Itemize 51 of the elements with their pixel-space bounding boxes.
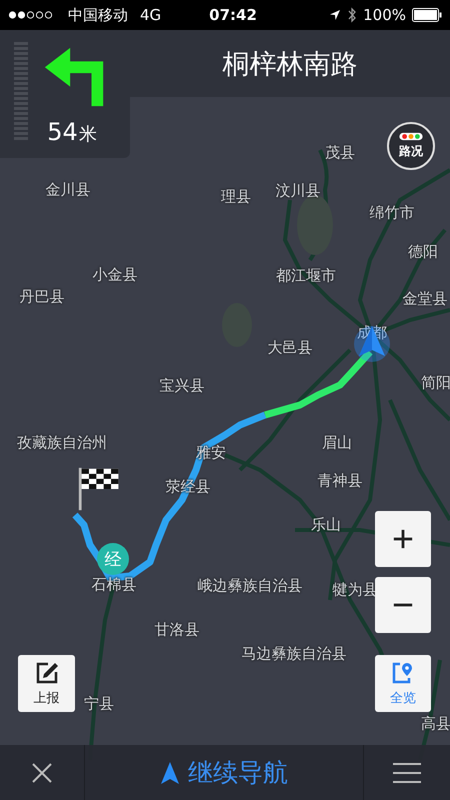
traffic-button[interactable]: 路况 <box>387 122 435 170</box>
traffic-light-icon <box>399 132 423 141</box>
map-place-label: 茂县 <box>325 144 355 162</box>
navigation-arrow-icon <box>160 760 180 784</box>
map-place-label: 丹巴县 <box>20 288 64 306</box>
report-label: 上报 <box>34 688 60 706</box>
menu-icon <box>393 760 421 784</box>
route-overview-icon <box>391 660 415 684</box>
map-place-label: 绵竹市 <box>370 204 414 222</box>
map-place-label: 峨边彝族自治县 <box>198 576 302 596</box>
map-place-label: 汶川县 <box>276 182 320 200</box>
map-place-label: 眉山 <box>322 434 352 452</box>
location-arrow-icon <box>329 9 342 21</box>
continue-navigation-button[interactable]: 继续导航 <box>85 745 363 800</box>
map-place-label: 宁县 <box>84 694 114 714</box>
map-place-label: 大邑县 <box>268 338 312 358</box>
map-place-label: 德阳 <box>408 242 438 262</box>
bluetooth-icon <box>347 7 358 23</box>
map-place-label: 孜藏族自治州 <box>17 434 107 452</box>
map-place-label: 乐山 <box>311 516 341 534</box>
distance-value: 54 <box>47 118 78 146</box>
overview-button[interactable]: 全览 <box>375 655 431 712</box>
network-type: 4G <box>140 6 162 24</box>
close-icon <box>30 760 54 784</box>
map-place-label: 理县 <box>221 188 251 206</box>
minus-icon <box>392 603 414 607</box>
traffic-label: 路况 <box>399 143 423 160</box>
map-place-label: 简阳 <box>421 374 450 392</box>
report-button[interactable]: 上报 <box>18 655 75 712</box>
map-place-label: 青神县 <box>318 472 362 490</box>
map-place-label: 小金县 <box>92 266 138 284</box>
plus-icon <box>392 528 414 550</box>
map-place-label: 石棉县 <box>92 576 136 594</box>
carrier-name: 中国移动 <box>68 6 128 24</box>
battery-icon <box>412 8 442 22</box>
zoom-in-button[interactable] <box>375 511 431 567</box>
status-time: 07:42 <box>209 6 257 24</box>
map-place-label: 都江堰市 <box>276 266 336 286</box>
map-place-label: 甘洛县 <box>154 620 200 640</box>
edit-icon <box>34 660 58 684</box>
overview-label: 全览 <box>390 688 416 706</box>
progress-strip-icon <box>14 42 28 142</box>
waypoint-pin: 经 <box>97 543 129 575</box>
map-place-label: 犍为县 <box>332 580 378 600</box>
map-place-label: 马边彝族自治县 <box>242 644 346 664</box>
map-place-label: 金川县 <box>46 180 90 200</box>
distance-unit: 米 <box>78 123 97 146</box>
map-place-label: 宝兴县 <box>160 376 204 396</box>
battery-percent: 100% <box>363 6 406 24</box>
street-name: 桐梓林南路 <box>222 48 358 82</box>
map-place-label: 金堂县 <box>402 290 448 308</box>
